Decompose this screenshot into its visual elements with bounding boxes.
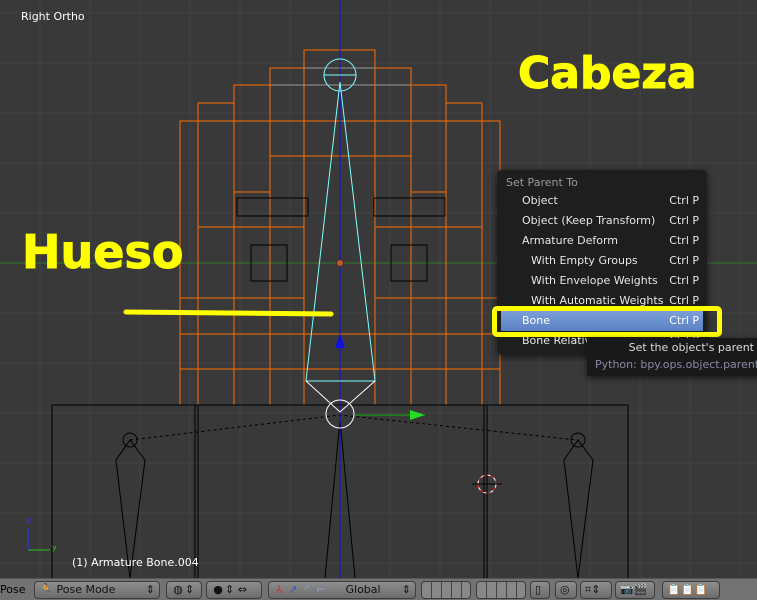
translate-icon: ↗: [288, 583, 298, 596]
layer-buttons-2[interactable]: [476, 581, 526, 599]
pose-menu[interactable]: Pose: [0, 583, 25, 596]
annotation-head: Cabeza: [518, 48, 698, 100]
transform-manipulators[interactable]: ⅄ ↗ ◜ ⌐ Global ⇕: [268, 581, 416, 599]
shading-selector[interactable]: ◍ ⇕: [166, 581, 202, 599]
svg-text:y: y: [52, 543, 57, 552]
viewport-header: Pose 🏃 Pose Mode ⇕ ◍ ⇕ ● ⇕ ⇔ ⅄ ↗ ◜ ⌐ Global ⇕ ▯…: [0, 578, 757, 600]
face-features: [236, 197, 446, 282]
pivot-icon: ●: [213, 583, 223, 596]
clapper-icon: 🎬: [633, 583, 648, 596]
menu-item-empty-groups[interactable]: With Empty Groups Ctrl P: [497, 251, 707, 271]
view-name: Right Ortho: [21, 10, 85, 23]
z-arrow: [335, 333, 345, 348]
proportional-edit-icon[interactable]: ◎: [555, 581, 577, 599]
snap-icon[interactable]: ⌗⇕: [580, 581, 612, 599]
pose-icon: 🏃: [39, 583, 53, 596]
camera-icon: 📷: [620, 583, 634, 596]
annotation-underline: [123, 309, 334, 317]
manipulator-icon: ⇔: [237, 583, 247, 596]
paste-flipped-icon: 📋: [694, 583, 709, 596]
tooltip-description: Set the object's parent: [628, 341, 754, 354]
menu-item-armature-deform[interactable]: Armature Deform Ctrl P: [497, 231, 707, 251]
tooltip-python: Python: bpy.ops.object.parent_set: [595, 358, 757, 371]
paste-pose-icon: 📋: [680, 583, 695, 596]
annotation-highlight-box: [492, 306, 722, 337]
pose-copy-paste[interactable]: 📋📋📋: [662, 581, 720, 599]
orientation-selector[interactable]: Global: [346, 583, 381, 596]
rotate-icon: ◜: [304, 583, 310, 596]
axis-gizmo: [27, 528, 50, 551]
sphere-icon: ◍: [173, 583, 183, 596]
menu-item-object[interactable]: Object Ctrl P: [497, 191, 707, 211]
pivot-selector[interactable]: ● ⇕ ⇔: [206, 581, 262, 599]
menu-title: Set Parent To: [506, 176, 578, 189]
mode-selector[interactable]: 🏃 Pose Mode ⇕: [34, 581, 160, 599]
scale-icon: ⌐: [316, 583, 326, 596]
tooltip: Set the object's parent Python: bpy.ops.…: [587, 338, 757, 376]
svg-text:z: z: [27, 516, 31, 525]
y-arrow: [410, 410, 425, 420]
layer-buttons-1[interactable]: [421, 581, 471, 599]
annotation-bone: Hueso: [21, 225, 184, 280]
menu-item-object-keep-transform[interactable]: Object (Keep Transform) Ctrl P: [497, 211, 707, 231]
menu-item-envelope-weights[interactable]: With Envelope Weights Ctrl P: [497, 271, 707, 291]
render-buttons[interactable]: 📷🎬: [615, 581, 655, 599]
lock-layers-icon[interactable]: ▯: [530, 581, 550, 599]
origin-dot: [336, 259, 344, 267]
manipulator-axes-icon: ⅄: [275, 583, 283, 596]
object-info: (1) Armature Bone.004: [72, 556, 199, 569]
copy-pose-icon: 📋: [667, 583, 681, 596]
